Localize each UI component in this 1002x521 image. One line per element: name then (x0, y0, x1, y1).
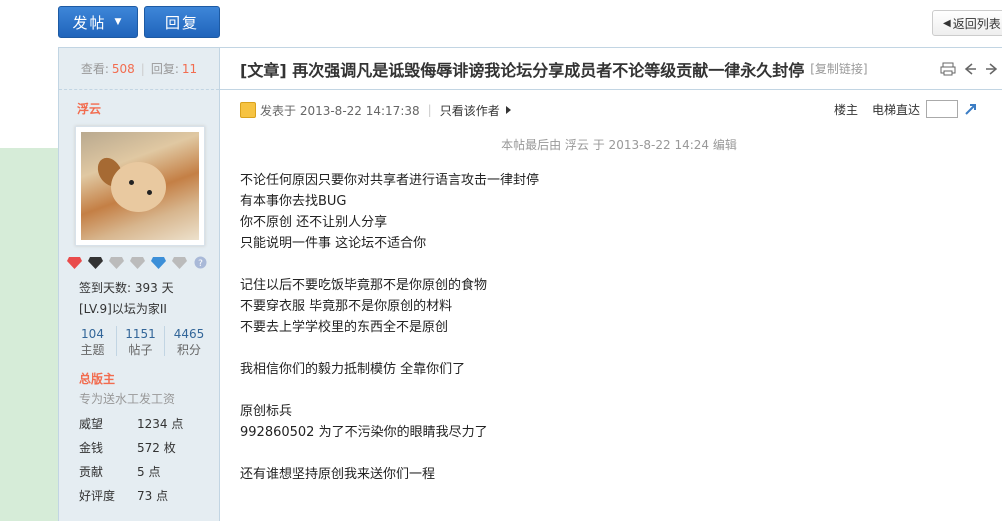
only-author-link[interactable]: 只看该作者 (440, 102, 500, 119)
go-arrow-icon[interactable] (964, 102, 978, 116)
replies-label: 回复: (150, 62, 179, 76)
points-count[interactable]: 4465 积分 (165, 326, 213, 357)
views-label: 查看: (80, 62, 109, 76)
count-value: 104 (81, 327, 104, 341)
post-time: 发表于 2013-8-22 14:17:38 (260, 103, 420, 118)
author-counts: 104 主题 1151 帖子 4465 积分 (59, 320, 219, 357)
meta-divider: | (427, 103, 432, 117)
count-value: 4465 (173, 327, 205, 341)
count-value: 1151 (125, 327, 156, 341)
content-line: 不要去上学学校里的东西全不是原创 (240, 320, 449, 335)
floor-number-input[interactable] (926, 100, 959, 118)
new-post-label: 发帖 (72, 13, 107, 32)
topics-count[interactable]: 104 主题 (69, 326, 117, 357)
content-line: 你不原创 还不让别人分享 (240, 215, 388, 230)
posts-count[interactable]: 1151 帖子 (117, 326, 165, 357)
avatar-dog-eye-left (129, 180, 134, 185)
online-status-icon (240, 102, 256, 118)
medal-blue-icon[interactable] (151, 256, 166, 269)
copy-link[interactable]: [复制链接] (810, 60, 867, 77)
replies-count: 11 (181, 61, 198, 76)
author-name[interactable]: 浮云 (59, 90, 219, 126)
content-line: 有本事你去找BUG (240, 194, 347, 209)
signin-days: 签到天数: 393 天 (79, 281, 174, 295)
post-container: 查看: 508 | 回复: 11 浮云 ? 签到天数: 393 天 [LV.9]… (58, 47, 1002, 521)
content-line: 原创标兵 (240, 404, 293, 419)
back-to-list-label: 返回列表 (952, 16, 1001, 31)
post-title: [文章] 再次强调凡是诋毁侮辱诽谤我论坛分享成员者不论等级贡献一律永久封停 (240, 60, 805, 80)
page-background-strip (0, 148, 60, 521)
edit-note: 本帖最后由 浮云 于 2013-8-22 14:24 编辑 (501, 138, 737, 152)
action-bar: 发帖 ▼ 回复 (58, 6, 220, 38)
reply-label: 回复 (164, 13, 199, 32)
medal-silver-icon[interactable] (172, 256, 187, 269)
attr-value: 5 点 (137, 465, 161, 479)
avatar-image (81, 132, 199, 240)
attr-row: 贡献 5 点 (59, 460, 219, 484)
post-main: [文章] 再次强调凡是诋毁侮辱诽谤我论坛分享成员者不论等级贡献一律永久封停 [复… (220, 48, 1002, 521)
content-line: 还有谁想坚持原创我来送你们一程 (240, 467, 436, 482)
author-sidebar: 查看: 508 | 回复: 11 浮云 ? 签到天数: 393 天 [LV.9]… (58, 48, 220, 521)
attr-row: 好评度 73 点 (59, 484, 219, 508)
medal-red-icon[interactable] (67, 256, 82, 269)
attr-key: 金钱 (79, 441, 104, 455)
arrow-right-icon (505, 106, 511, 114)
new-post-button[interactable]: 发帖 ▼ (58, 6, 138, 38)
back-arrow-icon: ◀ (943, 17, 951, 29)
attr-key: 贡献 (79, 465, 104, 479)
content-line: 我相信你们的毅力抵制模仿 全靠你们了 (240, 362, 466, 377)
floor-tools: 楼主 电梯直达 (834, 100, 978, 118)
attr-value: 73 点 (137, 489, 169, 503)
back-to-list-button[interactable]: ◀ 返回列表 (932, 10, 1002, 36)
avatar-dog-face (111, 162, 166, 212)
reply-button[interactable]: 回复 (144, 6, 220, 38)
avatar[interactable] (75, 126, 205, 246)
user-group-description: 专为送水工发工资 (79, 392, 176, 406)
count-label: 帖子 (128, 343, 153, 357)
attr-key: 威望 (79, 417, 104, 431)
floor-label: 楼主 (834, 102, 859, 117)
content-line: 992860502 为了不污染你的眼睛我尽力了 (240, 425, 488, 440)
user-group[interactable]: 总版主 (59, 356, 219, 390)
svg-text:?: ? (198, 259, 203, 269)
count-label: 积分 (176, 343, 201, 357)
attr-row: 威望 1234 点 (59, 412, 219, 436)
next-thread-icon[interactable] (984, 62, 1000, 76)
count-label: 主题 (80, 343, 105, 357)
post-content: 不论任何原因只要你对共享者进行语言攻击一律封停 有本事你去找BUG 你不原创 还… (220, 170, 1002, 485)
elevator-label: 电梯直达 (872, 102, 921, 117)
previous-thread-icon[interactable] (962, 62, 978, 76)
medal-silver-icon[interactable] (109, 256, 124, 269)
stats-divider: | (140, 61, 145, 76)
content-line: 只能说明一件事 这论坛不适合你 (240, 236, 427, 251)
content-line: 不论任何原因只要你对共享者进行语言攻击一律封停 (240, 173, 540, 188)
attr-key: 好评度 (79, 489, 116, 503)
avatar-dog-eye-right (147, 190, 152, 195)
title-icons (940, 62, 1000, 76)
medal-row: ? (59, 246, 219, 278)
views-count: 508 (111, 61, 135, 76)
medal-silver-icon[interactable] (130, 256, 145, 269)
content-line: 记住以后不要吃饭毕竟那不是你原创的食物 (240, 278, 488, 293)
attr-value: 572 枚 (137, 441, 176, 455)
attr-value: 1234 点 (137, 417, 184, 431)
user-level[interactable]: [LV.9]以坛为家II (59, 299, 219, 320)
content-line: 不要穿衣服 毕竟那不是你原创的材料 (240, 299, 453, 314)
post-meta-bar: 发表于 2013-8-22 14:17:38 | 只看该作者 楼主 电梯直达 (220, 90, 1002, 130)
chevron-down-icon: ▼ (114, 17, 124, 27)
attr-row: 金钱 572 枚 (59, 436, 219, 460)
print-icon[interactable] (940, 62, 956, 76)
help-icon[interactable]: ? (193, 256, 208, 269)
medal-black-icon[interactable] (88, 256, 103, 269)
thread-stats: 查看: 508 | 回复: 11 (59, 48, 219, 90)
post-title-bar: [文章] 再次强调凡是诋毁侮辱诽谤我论坛分享成员者不论等级贡献一律永久封停 [复… (220, 48, 1002, 90)
